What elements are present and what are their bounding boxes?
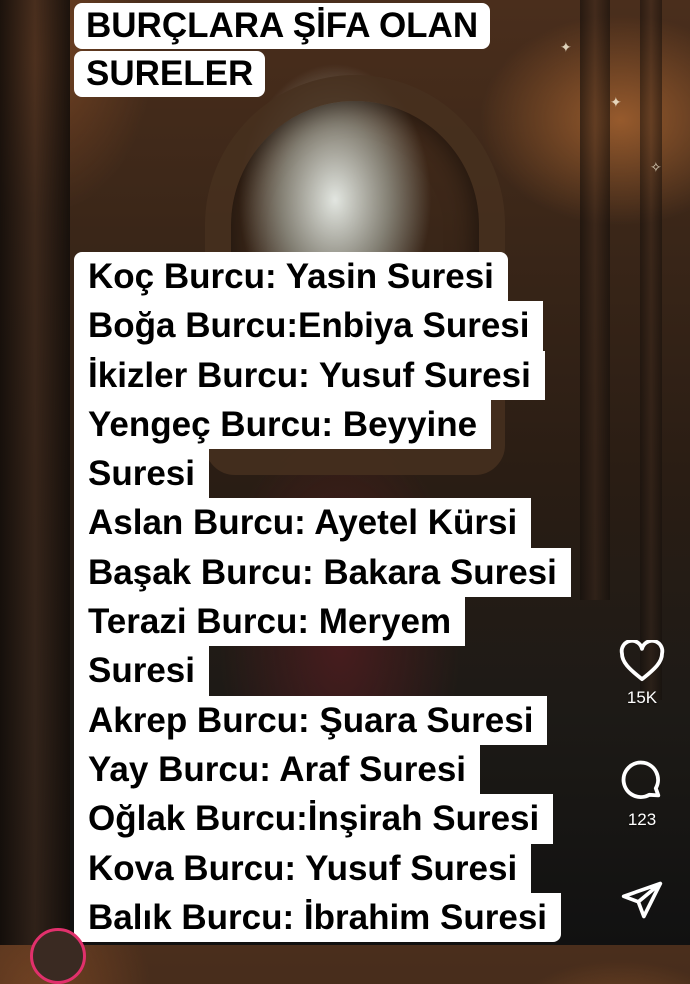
comment-icon xyxy=(621,760,661,799)
avatar[interactable] xyxy=(30,928,86,984)
list-line: Koç Burcu: Yasin Suresi xyxy=(74,252,508,302)
tree-trunk-far-right xyxy=(640,0,662,700)
sparkle-icon: ✦ xyxy=(610,95,622,111)
list-line: Balık Burcu: İbrahim Suresi xyxy=(74,892,562,943)
list-line: İkizler Burcu: Yusuf Suresi xyxy=(74,350,545,400)
list-line: Akrep Burcu: Şuara Suresi xyxy=(74,695,548,745)
zodiac-surah-list: Koç Burcu: Yasin Suresi Boğa Burcu:Enbiy… xyxy=(74,252,571,943)
share-button[interactable] xyxy=(618,878,666,928)
list-line: Yengeç Burcu: Beyyine xyxy=(74,399,492,450)
tree-trunk-right xyxy=(580,0,610,600)
comment-button[interactable]: 123 xyxy=(618,758,666,830)
like-count: 15K xyxy=(626,688,658,707)
title-line: SURELER xyxy=(74,51,266,97)
post-title: BURÇLARA ŞİFA OLAN SURELER xyxy=(74,3,491,97)
heart-icon xyxy=(619,640,665,682)
sparkle-icon: ✧ xyxy=(650,160,662,176)
list-line: Terazi Burcu: Meryem xyxy=(74,597,466,647)
comment-count: 123 xyxy=(627,810,657,829)
tree-trunk-left xyxy=(0,0,70,945)
title-line: BURÇLARA ŞİFA OLAN xyxy=(74,3,491,49)
send-icon xyxy=(621,881,663,919)
like-button[interactable]: 15K xyxy=(618,640,666,708)
list-line: Başak Burcu: Bakara Suresi xyxy=(74,547,571,598)
list-line: Oğlak Burcu:İnşirah Suresi xyxy=(74,794,554,844)
sparkle-icon: ✦ xyxy=(560,40,572,56)
list-line: Suresi xyxy=(74,646,209,696)
list-line: Kova Burcu: Yusuf Suresi xyxy=(74,843,532,893)
list-line: Yay Burcu: Araf Suresi xyxy=(74,744,481,795)
list-line: Aslan Burcu: Ayetel Kürsi xyxy=(74,498,532,548)
list-line: Suresi xyxy=(74,449,209,499)
list-line: Boğa Burcu:Enbiya Suresi xyxy=(74,301,544,351)
